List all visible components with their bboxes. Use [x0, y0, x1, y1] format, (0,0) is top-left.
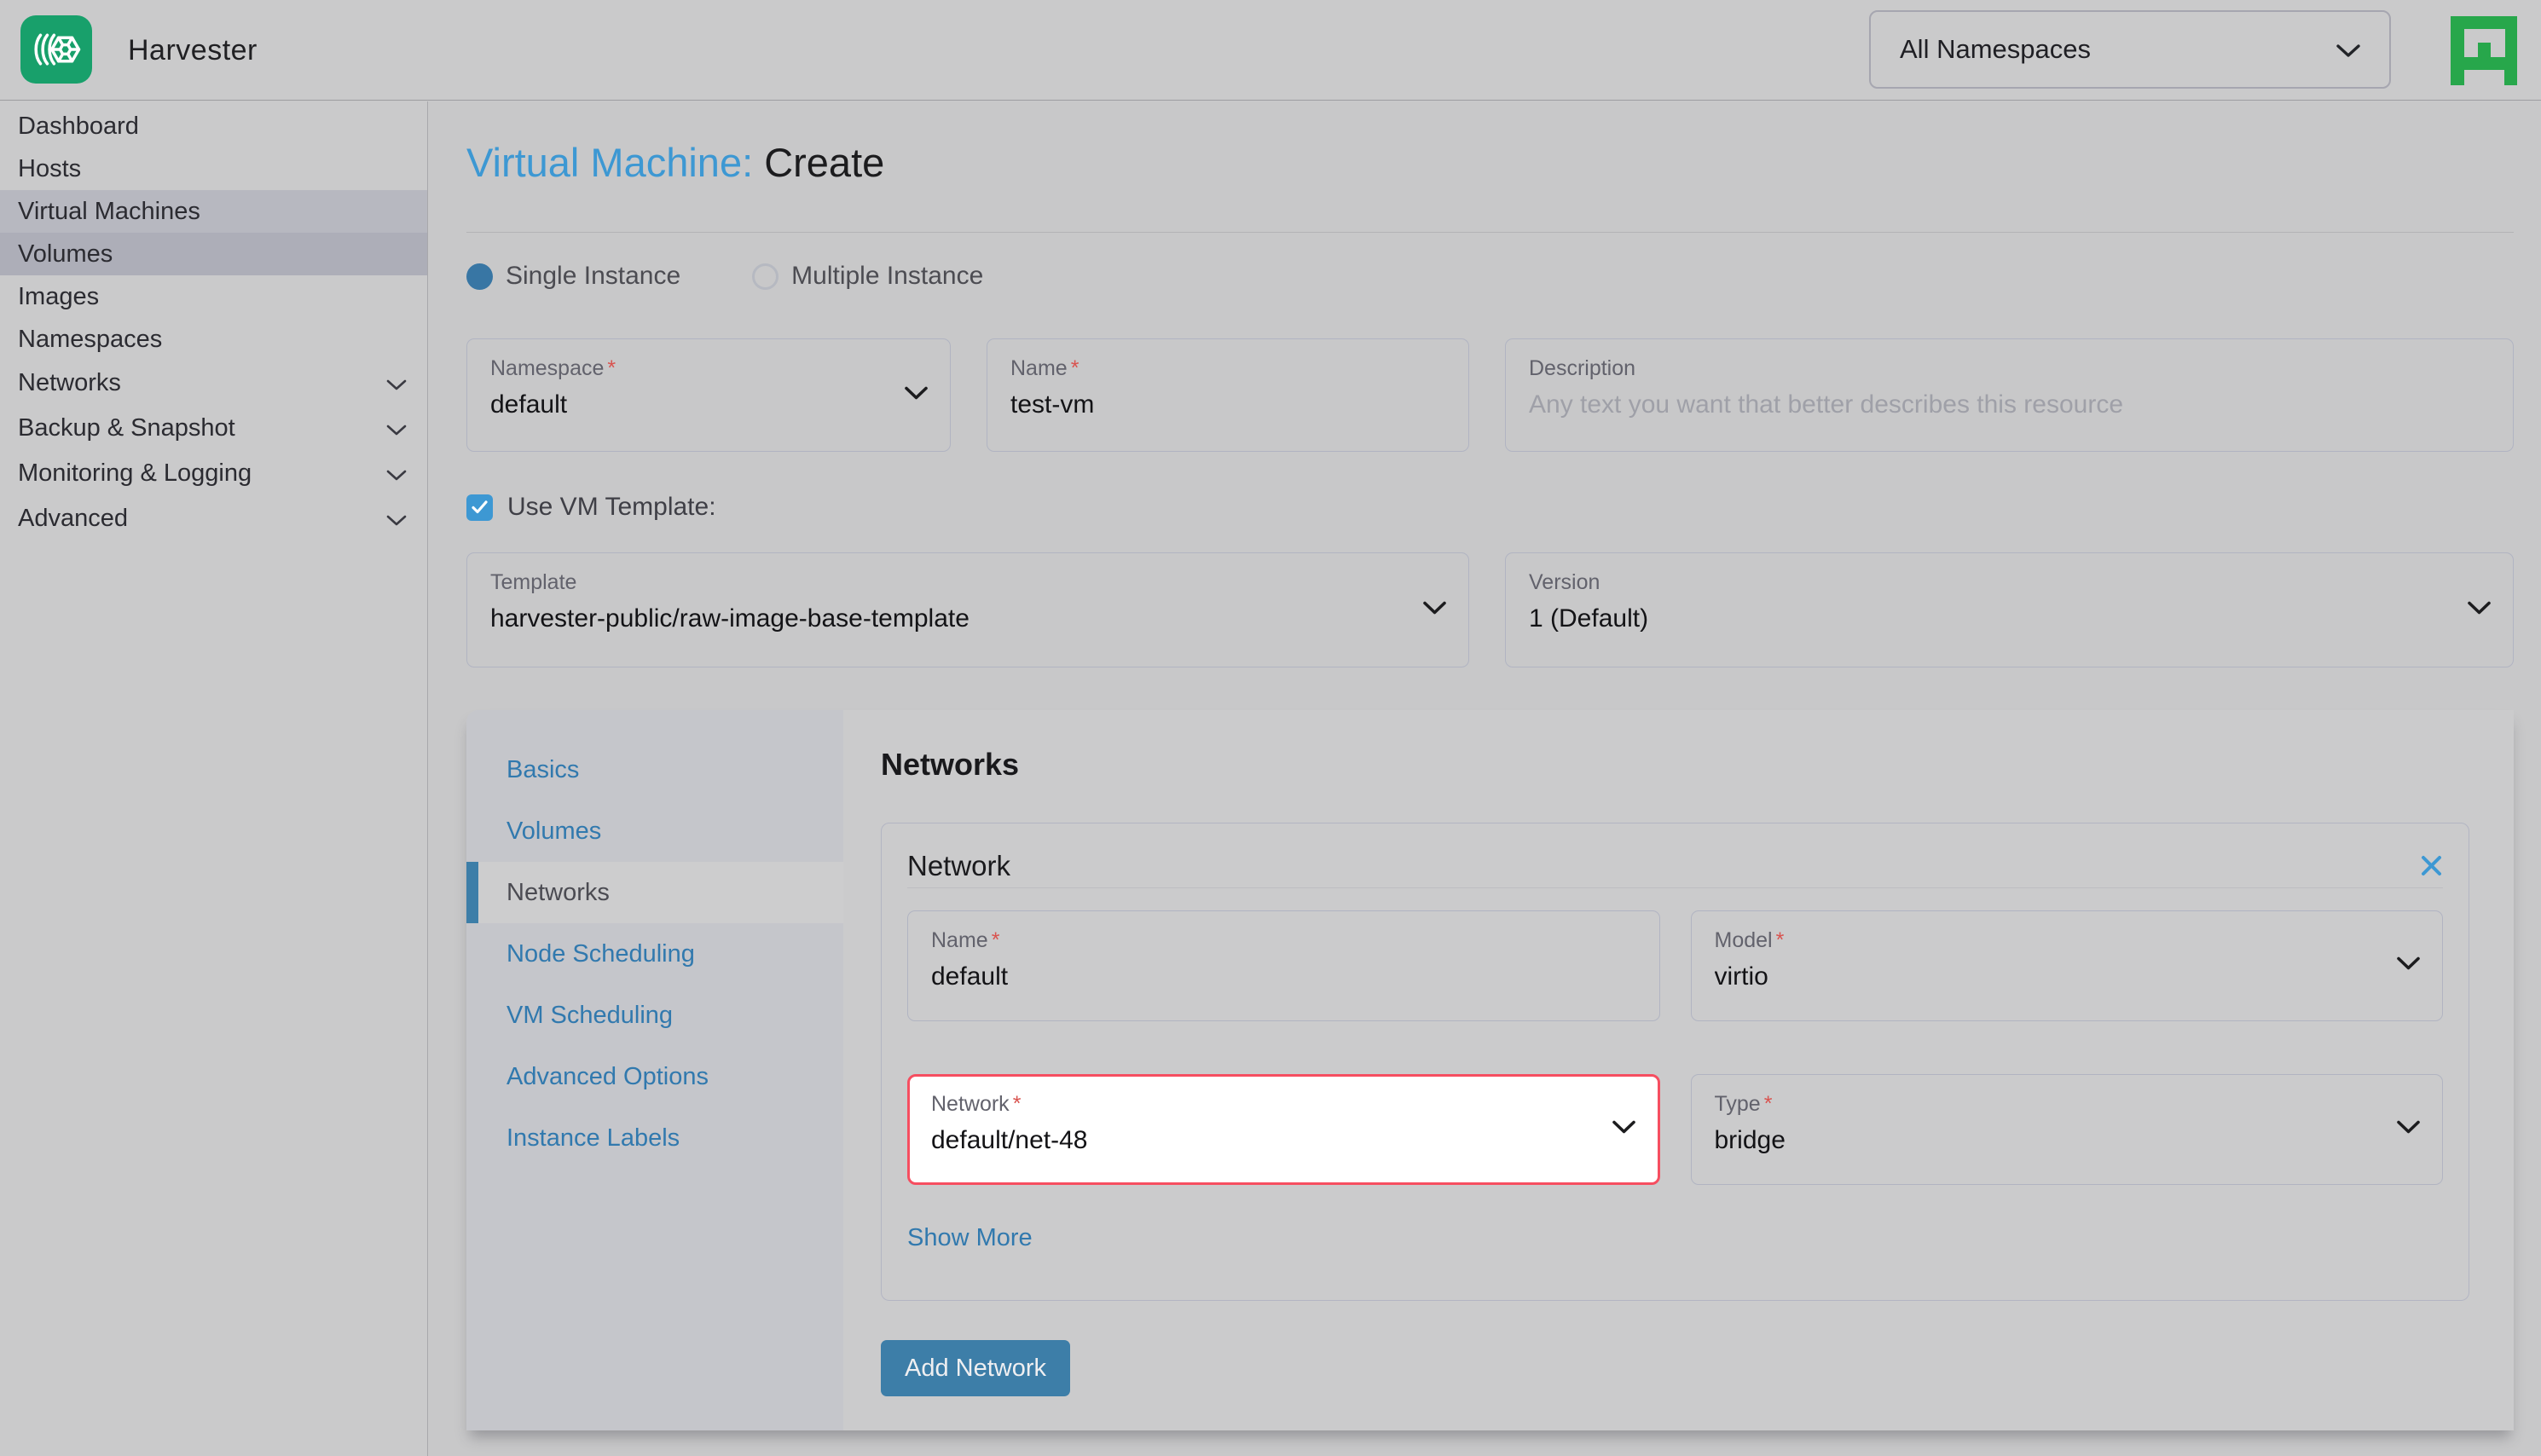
sidebar-item-monitoring-logging[interactable]: Monitoring & Logging [0, 451, 427, 496]
model-select[interactable]: Model* virtio [1691, 910, 2444, 1021]
namespace-filter-value: All Namespaces [1900, 34, 2091, 65]
namespace-filter-select[interactable]: All Namespaces [1869, 10, 2391, 89]
harvester-logo-icon[interactable] [20, 15, 92, 84]
page-title: Virtual Machine: Create [466, 139, 2514, 186]
chevron-down-icon [386, 369, 407, 397]
network-card-title: Network [907, 850, 1010, 882]
chevron-down-icon [2336, 34, 2360, 65]
radio-selected-icon [466, 263, 493, 290]
template-select[interactable]: Template harvester-public/raw-image-base… [466, 552, 1469, 667]
use-vm-template-checkbox[interactable]: Use VM Template: [466, 493, 2514, 522]
page-title-resource: Virtual Machine: [466, 140, 753, 185]
show-more-link[interactable]: Show More [907, 1224, 1033, 1252]
required-marker: * [1013, 1092, 1022, 1116]
version-select[interactable]: Version 1 (Default) [1505, 552, 2514, 667]
chevron-down-icon [386, 414, 407, 442]
rancher-logo-icon[interactable] [2451, 16, 2517, 85]
sidebar-item-networks[interactable]: Networks [0, 361, 427, 406]
rancher-icon-tab [2478, 43, 2491, 57]
sidebar-item-advanced[interactable]: Advanced [0, 496, 427, 541]
tab-node-scheduling[interactable]: Node Scheduling [466, 923, 843, 985]
add-network-button[interactable]: Add Network [881, 1340, 1070, 1396]
sidebar-item-images[interactable]: Images [0, 275, 427, 318]
tab-advanced-options[interactable]: Advanced Options [466, 1046, 843, 1107]
sidebar-item-dashboard[interactable]: Dashboard [0, 105, 427, 147]
sidebar-item-hosts[interactable]: Hosts [0, 147, 427, 190]
radio-single-instance[interactable]: Single Instance [466, 262, 680, 291]
namespace-value: default [490, 390, 890, 419]
chevron-down-icon [386, 459, 407, 488]
template-fields-row: Template harvester-public/raw-image-base… [466, 552, 2514, 667]
checkbox-checked-icon [466, 494, 493, 521]
tab-instance-labels[interactable]: Instance Labels [466, 1107, 843, 1169]
app-name: Harvester [128, 0, 258, 101]
required-marker: * [1776, 928, 1785, 952]
chevron-down-icon [1612, 1121, 1635, 1139]
required-marker: * [1764, 1092, 1773, 1116]
network-card-header: Network [907, 844, 2443, 888]
chevron-down-icon [2397, 1121, 2420, 1139]
vm-config-panel: Basics Volumes Networks Node Scheduling … [466, 710, 2514, 1430]
model-value: virtio [1715, 962, 2383, 991]
sidebar-item-volumes[interactable]: Volumes [0, 233, 427, 275]
config-tab-list: Basics Volumes Networks Node Scheduling … [466, 710, 843, 1430]
tab-basics[interactable]: Basics [466, 739, 843, 800]
sidebar-item-namespaces[interactable]: Namespaces [0, 318, 427, 361]
description-field[interactable]: Description Any text you want that bette… [1505, 338, 2514, 452]
name-field[interactable]: Name* test-vm [987, 338, 1469, 452]
required-marker: * [1071, 356, 1079, 380]
close-icon[interactable] [2420, 854, 2443, 877]
required-marker: * [992, 928, 1000, 952]
namespace-select[interactable]: Namespace* default [466, 338, 951, 452]
title-divider [466, 232, 2514, 233]
rancher-icon-cutout [2464, 70, 2504, 85]
tab-volumes[interactable]: Volumes [466, 800, 843, 862]
type-select[interactable]: Type* bridge [1691, 1074, 2444, 1185]
network-name-field[interactable]: Name* default [907, 910, 1660, 1021]
radio-multiple-instance[interactable]: Multiple Instance [752, 262, 983, 291]
app-header: Harvester All Namespaces [0, 0, 2541, 101]
chevron-down-icon [2397, 957, 2420, 975]
name-value: test-vm [1010, 390, 1409, 419]
networks-heading: Networks [881, 744, 2469, 785]
radio-unselected-icon [752, 263, 779, 290]
page-title-action: Create [764, 140, 884, 185]
network-value: default/net-48 [931, 1126, 1600, 1155]
instance-mode-group: Single Instance Multiple Instance [466, 262, 2514, 291]
sidebar-item-virtual-machines[interactable]: Virtual Machines [0, 190, 427, 233]
type-value: bridge [1715, 1126, 2383, 1155]
network-name-value: default [931, 962, 1600, 991]
networks-tab-content: Networks Network Name* default Model* [843, 710, 2514, 1430]
sidebar-item-backup-snapshot[interactable]: Backup & Snapshot [0, 406, 427, 451]
sidebar-nav: Dashboard Hosts Virtual Machines Volumes… [0, 101, 428, 1456]
main-content: Virtual Machine: Create Single Instance … [429, 101, 2541, 1456]
required-marker: * [607, 356, 616, 380]
basic-fields-row: Namespace* default Name* test-vm Descrip… [466, 338, 2514, 452]
network-select[interactable]: Network* default/net-48 [907, 1074, 1660, 1185]
version-value: 1 (Default) [1529, 604, 2453, 633]
network-card: Network Name* default Model* virtio [881, 823, 2469, 1301]
chevron-down-icon [905, 386, 928, 404]
template-value: harvester-public/raw-image-base-template [490, 604, 1409, 633]
description-placeholder: Any text you want that better describes … [1529, 390, 2453, 419]
tab-networks[interactable]: Networks [466, 862, 843, 923]
tab-vm-scheduling[interactable]: VM Scheduling [466, 985, 843, 1046]
chevron-down-icon [2468, 601, 2491, 619]
chevron-down-icon [386, 505, 407, 533]
chevron-down-icon [1423, 601, 1446, 619]
network-card-fields: Name* default Model* virtio Network* def… [907, 910, 2443, 1185]
